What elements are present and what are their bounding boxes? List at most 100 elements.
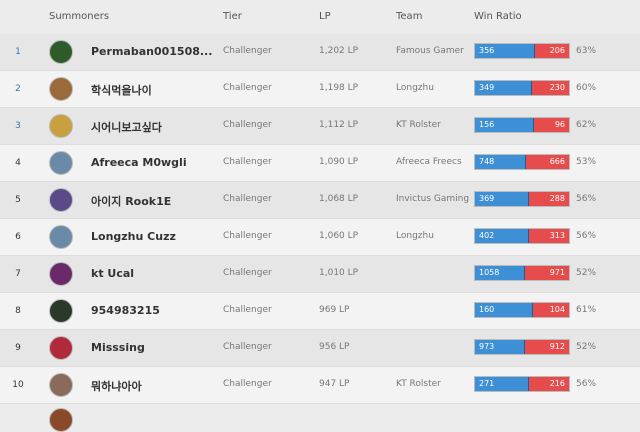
table-row[interactable]: 9 Misssing Challenger 956 LP 973 912 52% <box>0 330 640 367</box>
losses-count: 288 <box>549 194 565 203</box>
header-win-ratio[interactable]: Win Ratio <box>474 11 522 22</box>
win-ratio-percent: 52% <box>576 342 597 352</box>
tier-label: Challenger <box>223 46 272 56</box>
lp-value: 1,202 LP <box>319 46 359 56</box>
summoner-name[interactable]: Afreeca M0wgli <box>91 156 187 169</box>
win-ratio-bar: 160 104 <box>474 302 570 318</box>
tier-label: Challenger <box>223 194 272 204</box>
table-row[interactable]: 7 kt Ucal Challenger 1,010 LP 1058 971 52% <box>0 256 640 293</box>
avatar[interactable] <box>49 77 73 101</box>
table-row[interactable]: 6 Longzhu Cuzz Challenger 1,060 LP Longzhu 40… <box>0 219 640 256</box>
table-row[interactable]: 3 시어니보고싶다 Challenger 1,112 LP KT Rolster 156 9… <box>0 108 640 145</box>
win-ratio-bar: 271 216 <box>474 376 570 392</box>
header-summoners[interactable]: Summoners <box>49 11 109 22</box>
win-ratio-percent: 56% <box>576 194 597 204</box>
losses-count: 971 <box>549 268 565 277</box>
avatar[interactable] <box>49 262 73 286</box>
avatar[interactable] <box>49 225 73 249</box>
header-tier[interactable]: Tier <box>223 11 242 22</box>
table-row[interactable]: 1 Permaban001508... Challenger 1,202 LP Famo… <box>0 34 640 71</box>
rank-number: 1 <box>15 47 21 57</box>
team-name: Longzhu <box>396 83 434 93</box>
win-ratio-bar: 1058 971 <box>474 265 570 281</box>
win-ratio-percent: 52% <box>576 268 597 278</box>
rank-number: 10 <box>12 380 24 390</box>
wins-count: 402 <box>479 231 495 240</box>
avatar[interactable] <box>49 299 73 323</box>
team-name: Invictus Gaming <box>396 194 470 204</box>
losses-count: 104 <box>549 305 565 314</box>
summoner-name[interactable]: Misssing <box>91 341 145 354</box>
tier-label: Challenger <box>223 157 272 167</box>
win-ratio-percent: 53% <box>576 157 597 167</box>
win-ratio-percent: 62% <box>576 120 597 130</box>
summoner-name[interactable]: 뭐하냐아아 <box>91 378 142 394</box>
win-ratio-percent: 60% <box>576 83 597 93</box>
summoner-name[interactable]: Longzhu Cuzz <box>91 230 176 243</box>
tier-label: Challenger <box>223 305 272 315</box>
summoner-name[interactable]: 시어니보고싶다 <box>91 119 162 135</box>
win-ratio-bar: 349 230 <box>474 80 570 96</box>
tier-label: Challenger <box>223 268 272 278</box>
summoner-name[interactable]: Permaban001508... <box>91 45 212 58</box>
tier-label: Challenger <box>223 379 272 389</box>
header-lp[interactable]: LP <box>319 11 331 22</box>
win-ratio-percent: 56% <box>576 231 597 241</box>
table-row[interactable]: 8 954983215 Challenger 969 LP 160 104 61% <box>0 293 640 330</box>
losses-count: 912 <box>549 342 565 351</box>
lp-value: 1,068 LP <box>319 194 359 204</box>
summoner-name[interactable]: 학식먹을나이 <box>91 82 152 98</box>
wins-count: 271 <box>479 379 495 388</box>
table-row[interactable]: 5 아이지 Rook1E Challenger 1,068 LP Invictus Ga… <box>0 182 640 219</box>
win-ratio-percent: 56% <box>576 379 597 389</box>
lp-value: 1,112 LP <box>319 120 359 130</box>
losses-count: 96 <box>554 120 565 129</box>
wins-count: 369 <box>479 194 495 203</box>
avatar[interactable] <box>49 188 73 212</box>
avatar[interactable] <box>49 336 73 360</box>
lp-value: 969 LP <box>319 305 350 315</box>
avatar[interactable] <box>49 114 73 138</box>
header-team[interactable]: Team <box>396 11 422 22</box>
avatar[interactable] <box>49 151 73 175</box>
team-name: KT Rolster <box>396 379 441 389</box>
tier-label: Challenger <box>223 231 272 241</box>
avatar[interactable] <box>49 40 73 64</box>
tier-label: Challenger <box>223 120 272 130</box>
avatar[interactable] <box>49 408 73 432</box>
win-ratio-bar: 156 96 <box>474 117 570 133</box>
summoner-name[interactable]: 954983215 <box>91 304 160 317</box>
summoner-name[interactable]: kt Ucal <box>91 267 134 280</box>
win-ratio-bar: 973 912 <box>474 339 570 355</box>
rank-number: 9 <box>15 343 21 353</box>
losses-count: 230 <box>549 83 565 92</box>
lp-value: 1,010 LP <box>319 268 359 278</box>
win-ratio-bar: 748 666 <box>474 154 570 170</box>
rank-number: 2 <box>15 84 21 94</box>
rank-number: 7 <box>15 269 21 279</box>
losses-count: 313 <box>549 231 565 240</box>
lp-value: 1,198 LP <box>319 83 359 93</box>
losses-count: 206 <box>549 46 565 55</box>
team-name: Famous Gamer <box>396 46 464 56</box>
losses-count: 216 <box>549 379 565 388</box>
rank-number: 8 <box>15 306 21 316</box>
summoner-name[interactable]: 아이지 Rook1E <box>91 193 171 209</box>
table-row[interactable]: 4 Afreeca M0wgli Challenger 1,090 LP Afreeca… <box>0 145 640 182</box>
win-ratio-bar: 356 206 <box>474 43 570 59</box>
lp-value: 1,090 LP <box>319 157 359 167</box>
lp-value: 956 LP <box>319 342 350 352</box>
table-row[interactable]: 2 학식먹을나이 Challenger 1,198 LP Longzhu 349 230 60… <box>0 71 640 108</box>
table-row[interactable]: 10 뭐하냐아아 Challenger 947 LP KT Rolster 271 216 5… <box>0 367 640 404</box>
wins-count: 160 <box>479 305 495 314</box>
rank-number: 3 <box>15 121 21 131</box>
ranking-table: 1 Permaban001508... Challenger 1,202 LP Famo… <box>0 34 640 404</box>
wins-count: 748 <box>479 157 495 166</box>
lp-value: 1,060 LP <box>319 231 359 241</box>
wins-count: 1058 <box>479 268 500 277</box>
avatar[interactable] <box>49 373 73 397</box>
wins-count: 349 <box>479 83 495 92</box>
wins-count: 973 <box>479 342 495 351</box>
wins-count: 356 <box>479 46 495 55</box>
win-ratio-percent: 63% <box>576 46 597 56</box>
